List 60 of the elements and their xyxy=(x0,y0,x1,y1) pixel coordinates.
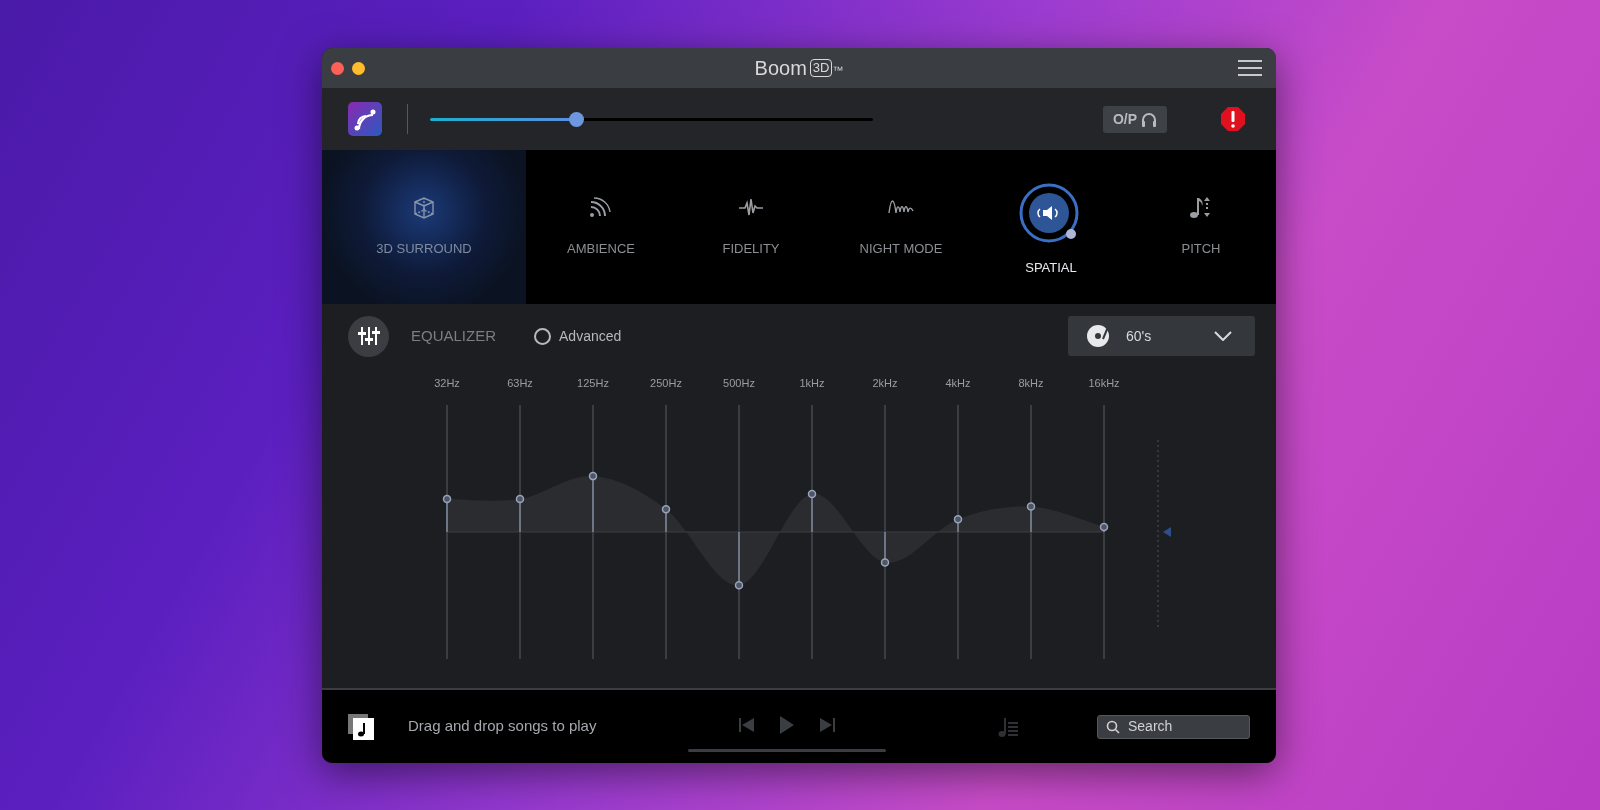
equalizer-title: EQUALIZER xyxy=(411,325,497,346)
title-3d-logo: 3D xyxy=(809,59,833,77)
menu-icon[interactable] xyxy=(1238,59,1262,77)
search-input[interactable]: Search xyxy=(1128,716,1238,737)
effect-tab[interactable]: FIDELITY xyxy=(676,150,826,304)
search-field[interactable]: Search xyxy=(1097,714,1250,739)
eq-slider[interactable] xyxy=(515,405,525,659)
effect-tab[interactable]: NIGHT MODE xyxy=(826,150,976,304)
eq-slider[interactable] xyxy=(442,405,452,659)
sliders-icon xyxy=(357,326,380,346)
eq-slider[interactable] xyxy=(588,405,598,659)
effect-tab[interactable]: PITCH xyxy=(1126,150,1276,304)
band-label: 8kHz xyxy=(1018,377,1044,389)
effect-tab[interactable]: SPATIAL xyxy=(976,150,1126,304)
band-label: 32Hz xyxy=(434,377,460,389)
effect-tab[interactable]: AMBIENCE xyxy=(526,150,676,304)
band-label: 1kHz xyxy=(799,377,825,389)
eq-slider[interactable] xyxy=(1099,405,1109,659)
preset-dropdown[interactable]: 60's xyxy=(1068,316,1255,356)
chevron-down-icon xyxy=(1214,331,1232,341)
search-icon xyxy=(1106,719,1120,734)
slider-knob[interactable] xyxy=(442,494,452,504)
app-icon[interactable] xyxy=(348,102,382,136)
slider-knob[interactable] xyxy=(1099,522,1109,532)
headphones-icon xyxy=(1141,111,1157,127)
minimize-button[interactable] xyxy=(352,62,365,75)
band-label: 2kHz xyxy=(872,377,898,389)
music-file-icon xyxy=(348,713,374,740)
slider-knob[interactable] xyxy=(661,504,671,514)
window-title: Boom xyxy=(754,56,807,81)
slider-knob[interactable] xyxy=(588,471,598,481)
band-label: 500Hz xyxy=(723,377,755,389)
eq-slider[interactable] xyxy=(953,405,963,659)
trademark-sign: ™ xyxy=(832,63,844,78)
band-label: 16kHz xyxy=(1088,377,1120,389)
eq-slider[interactable] xyxy=(661,405,671,659)
advanced-radio[interactable]: Advanced xyxy=(528,324,628,348)
slider-knob[interactable] xyxy=(515,494,525,504)
turntable-icon xyxy=(1086,324,1110,348)
band-label: 63Hz xyxy=(507,377,533,389)
output-button[interactable]: O/P xyxy=(1102,105,1167,133)
band-label: 125Hz xyxy=(577,377,609,389)
alert-icon[interactable] xyxy=(1220,106,1246,132)
drop-hint: Drag and drop songs to play xyxy=(408,716,597,737)
slider-knob[interactable] xyxy=(953,515,963,524)
equalizer-button[interactable] xyxy=(348,315,389,357)
eq-slider[interactable] xyxy=(734,405,744,659)
eq-slider[interactable] xyxy=(1026,405,1036,659)
slider-knob[interactable] xyxy=(880,558,890,567)
effect-tab[interactable]: 3D SURROUND xyxy=(322,150,526,304)
volume-knob[interactable] xyxy=(569,111,585,127)
slider-knob[interactable] xyxy=(807,489,817,499)
eq-slider[interactable] xyxy=(880,405,890,659)
cube-icon xyxy=(411,195,437,222)
slider-knob[interactable] xyxy=(734,581,744,590)
eq-slider[interactable] xyxy=(807,405,817,659)
close-button[interactable] xyxy=(331,62,344,75)
band-label: 4kHz xyxy=(945,377,971,389)
band-label: 250Hz xyxy=(650,377,682,389)
slider-knob[interactable] xyxy=(1026,502,1036,511)
